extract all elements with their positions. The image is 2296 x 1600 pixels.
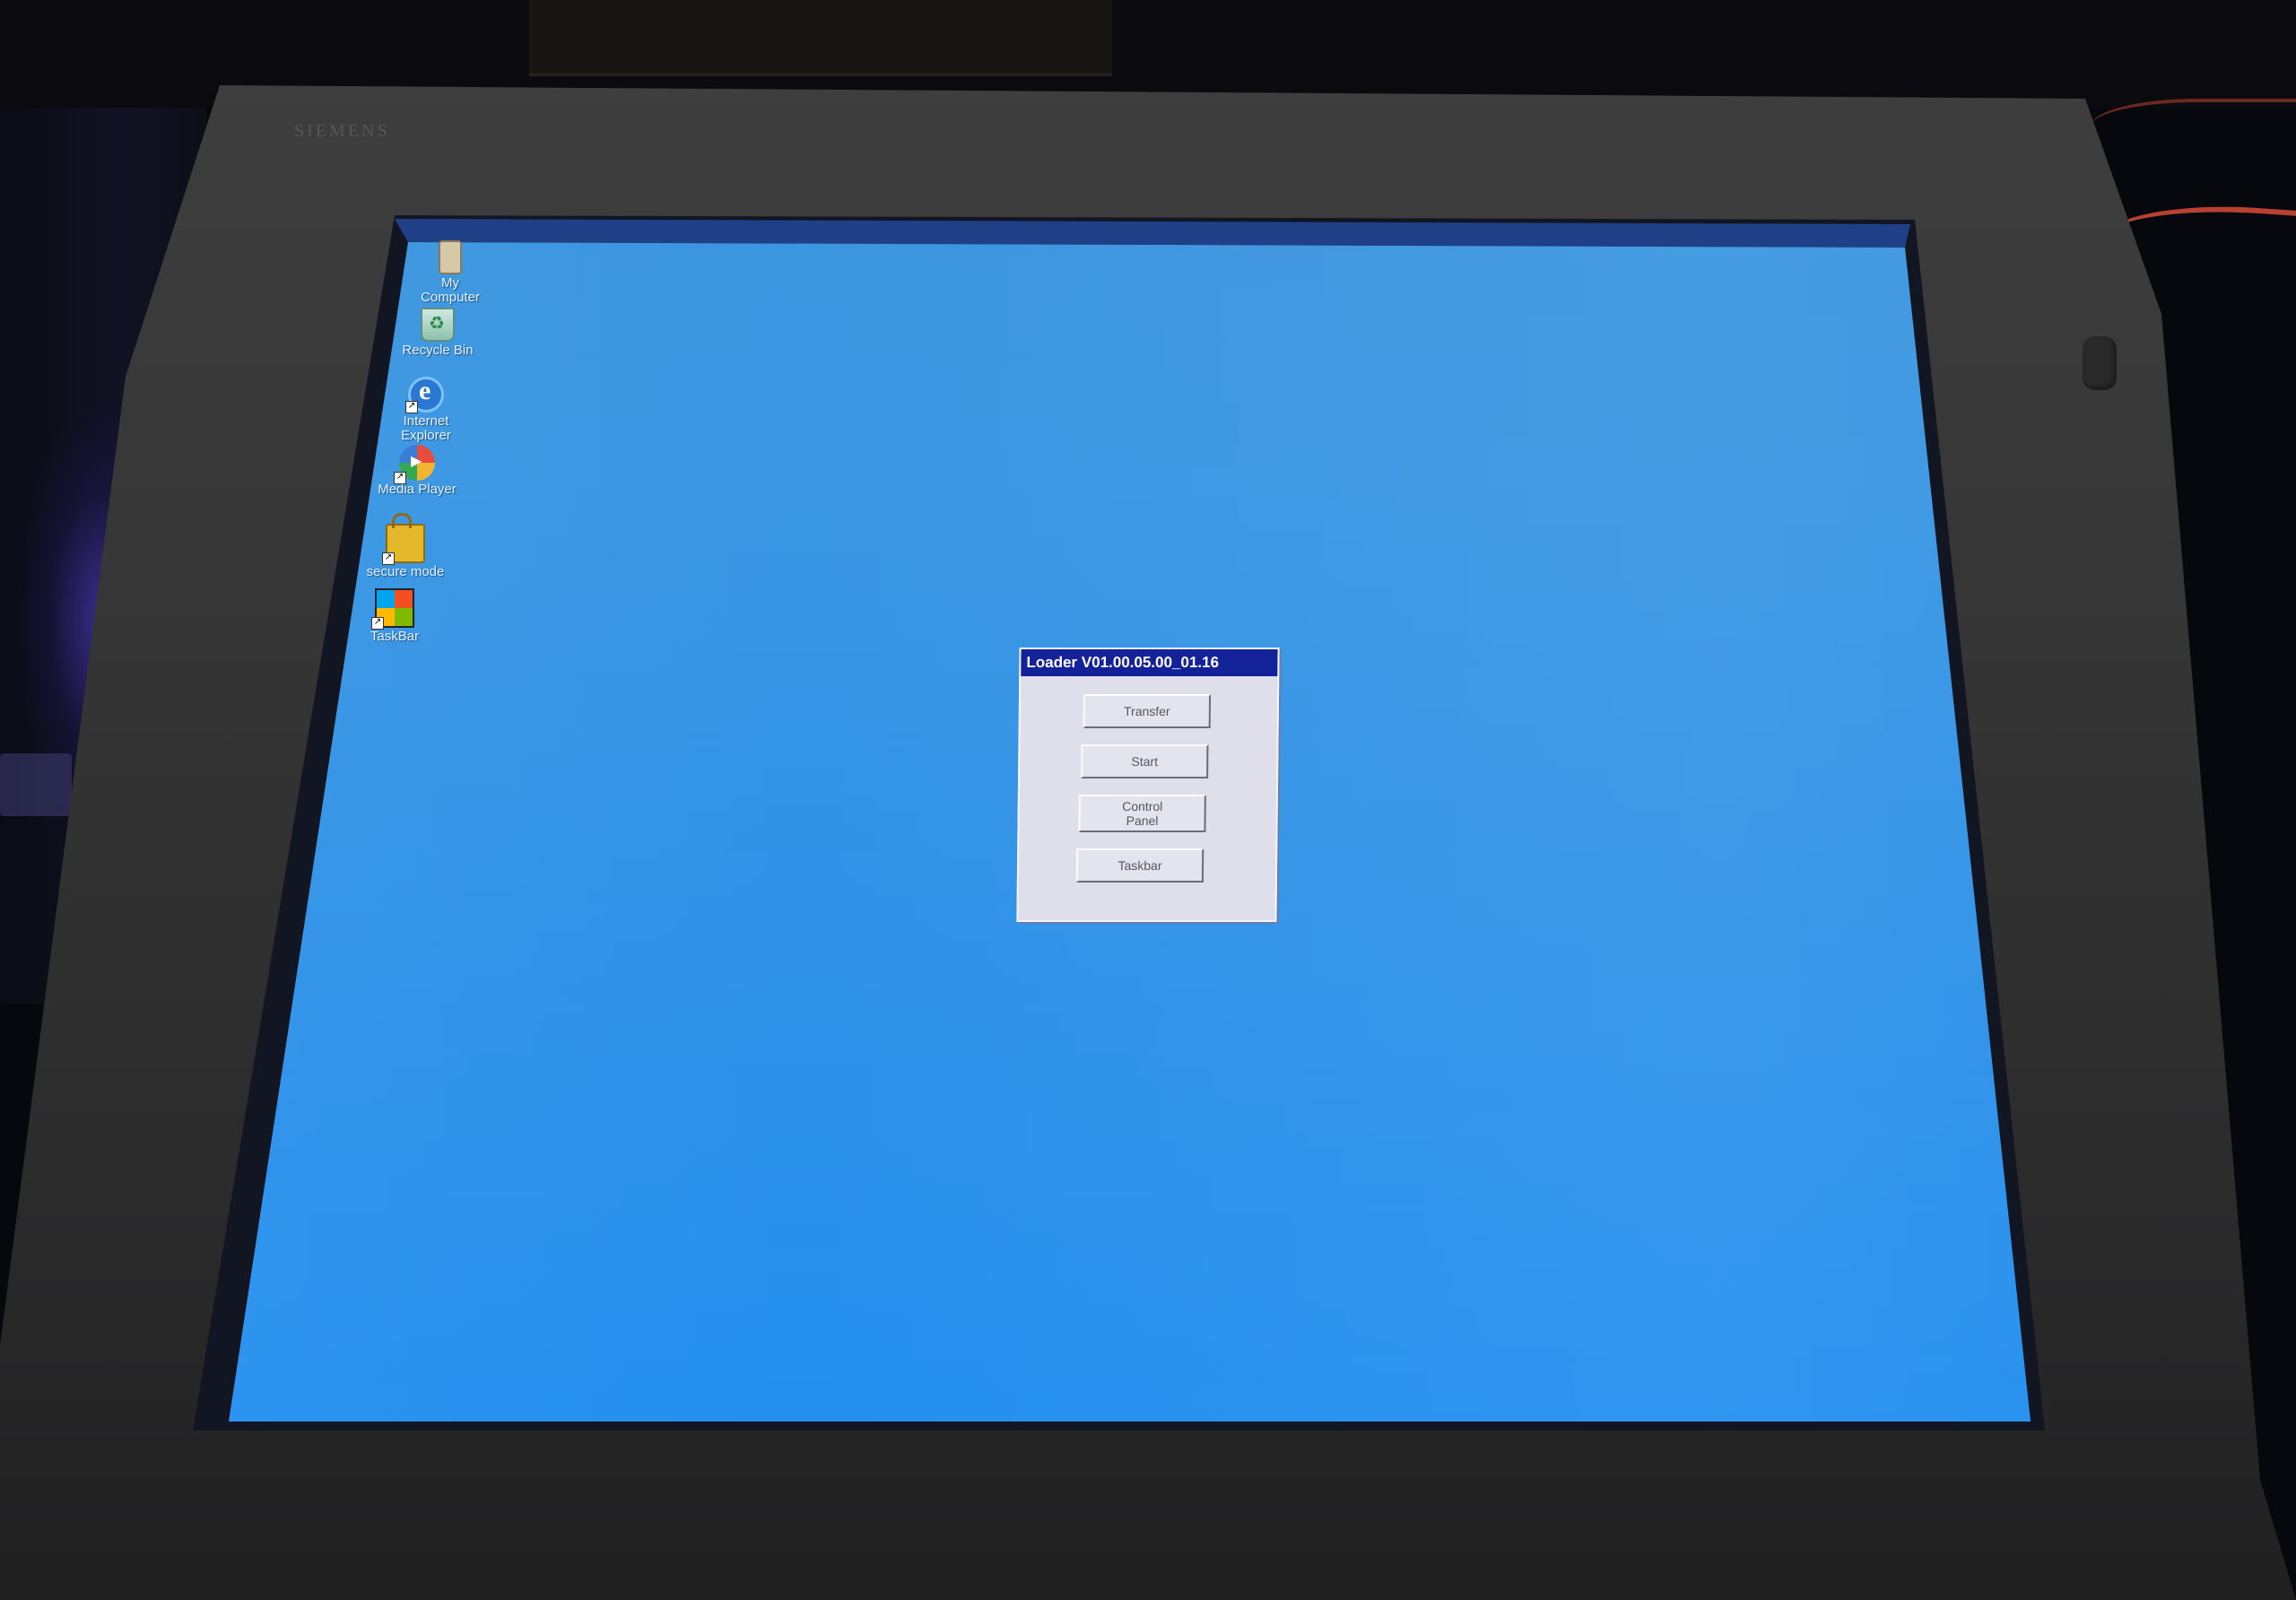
recycle-bin-icon	[421, 308, 455, 342]
desktop-icon-internet-explorer[interactable]: ↗ Internet Explorer	[377, 376, 475, 443]
monitor-brand-label: SIEMENS	[294, 121, 390, 141]
photo-scene: SIEMENS My Computer Recycle Bin ↗ Intern…	[0, 0, 2296, 1600]
desktop-icon-label: My Computer	[421, 275, 480, 305]
media-player-icon: ↗	[394, 445, 435, 484]
transfer-button[interactable]: Transfer	[1083, 694, 1212, 728]
background-equipment	[529, 0, 1112, 76]
desktop-icon-my-computer[interactable]: My Computer	[401, 240, 500, 305]
windows-flag-icon: ↗	[371, 588, 414, 630]
desktop-icon-taskbar[interactable]: ↗ TaskBar	[345, 588, 444, 644]
start-button[interactable]: Start	[1081, 744, 1209, 778]
internet-explorer-icon: ↗	[405, 376, 444, 413]
desktop-icon-label: Media Player	[378, 482, 457, 497]
loader-dialog: Loader V01.00.05.00_01.16 Transfer Start…	[1016, 648, 1280, 922]
desktop-icon-recycle-bin[interactable]: Recycle Bin	[388, 308, 487, 358]
control-panel-button[interactable]: Control Panel	[1078, 795, 1206, 832]
desktop-icon-media-player[interactable]: ↗ Media Player	[368, 445, 466, 497]
desktop-icon-secure-mode[interactable]: ↗ secure mode	[356, 513, 455, 579]
monitor-knob	[2083, 336, 2117, 390]
background-cable	[2090, 99, 2296, 156]
shortcut-arrow-icon: ↗	[405, 401, 418, 413]
computer-icon	[439, 240, 462, 274]
loader-dialog-title: Loader V01.00.05.00_01.16	[1021, 649, 1278, 676]
desktop-icon-label: Recycle Bin	[402, 343, 474, 358]
desktop-icon-label: secure mode	[366, 564, 445, 579]
background-light	[0, 753, 72, 816]
desktop-icon-label: TaskBar	[370, 629, 420, 644]
shortcut-arrow-icon: ↗	[382, 552, 395, 565]
shortcut-arrow-icon: ↗	[394, 472, 406, 484]
lock-icon: ↗	[382, 513, 425, 565]
desktop-icon-label: Internet Explorer	[401, 413, 451, 443]
shortcut-arrow-icon: ↗	[371, 617, 384, 630]
taskbar-button[interactable]: Taskbar	[1075, 848, 1205, 883]
